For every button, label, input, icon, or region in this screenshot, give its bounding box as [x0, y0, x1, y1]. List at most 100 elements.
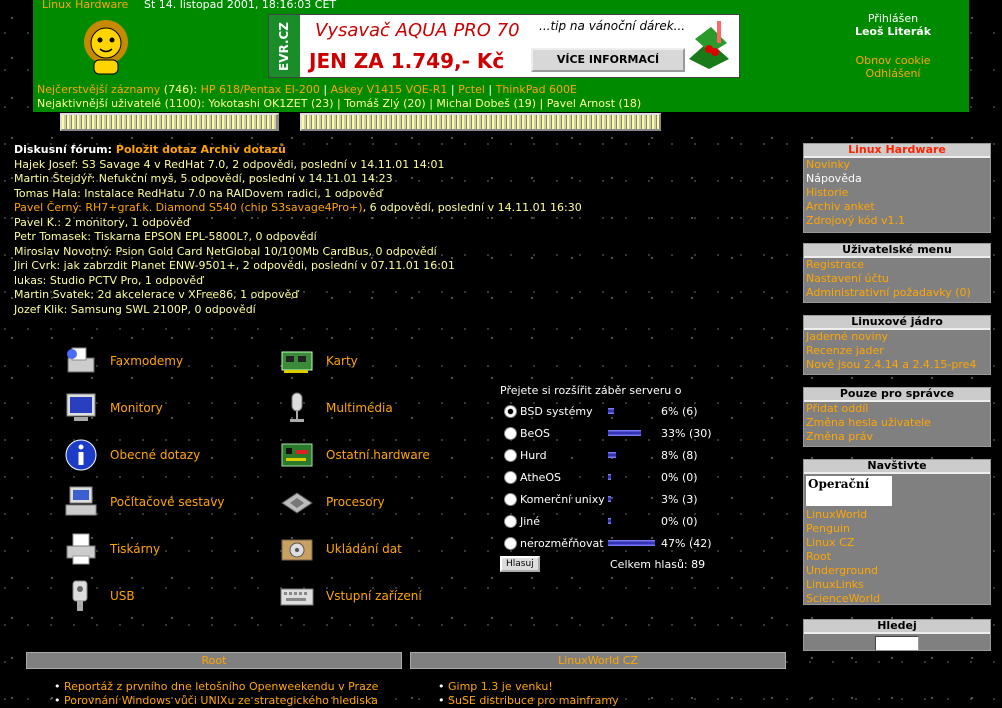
- sidebar-link-pridat-oddil[interactable]: Přidat oddíl: [804, 402, 990, 416]
- question-archive-link[interactable]: Archiv dotazů: [200, 143, 285, 156]
- poll-percent: 0% (0): [661, 470, 698, 484]
- sidebar-link-nastaveni-uctu[interactable]: Nastavení účtu: [804, 272, 990, 286]
- latest-record-link[interactable]: Pctel: [458, 83, 485, 96]
- category-usb[interactable]: USB: [64, 579, 135, 613]
- forum-thread-meta: , 0 odpovědí: [248, 230, 317, 243]
- category-vstupni[interactable]: Vstupní zařízení: [280, 579, 422, 613]
- sidebar-link-scienceworld[interactable]: ScienceWorld: [804, 592, 990, 606]
- category-procesory[interactable]: Procesory: [280, 485, 385, 519]
- forum-thread-link[interactable]: Samsung SWL 2100P: [71, 303, 188, 316]
- sidebar-link-zmena-prav[interactable]: Změna práv: [804, 430, 990, 444]
- poll-option[interactable]: BeOS 33% (30): [504, 424, 774, 442]
- sidebar-link-root[interactable]: Root: [804, 550, 990, 564]
- vote-button[interactable]: Hlasuj: [500, 556, 540, 572]
- site-brand[interactable]: Linux Hardware: [42, 0, 128, 11]
- sidebar-link-zmena-hesla[interactable]: Změna hesla uživatele: [804, 416, 990, 430]
- latest-record-link[interactable]: HP 618/Pentax EI-200: [201, 83, 320, 96]
- sidebar-link-zdrojovy-kod[interactable]: Zdrojový kód v1.1: [804, 214, 990, 228]
- sidebar-link-linuxlinks[interactable]: LinuxLinks: [804, 578, 990, 592]
- keyboard-icon: [280, 588, 314, 606]
- forum-thread-link[interactable]: jak zabrzdit Planet ENW-9501+: [64, 259, 236, 272]
- category-label: Počítačové sestavy: [110, 495, 225, 509]
- category-tiskarny[interactable]: Tiskárny: [64, 532, 160, 566]
- poll-option[interactable]: Komerční unixy 3% (3): [504, 490, 774, 508]
- advert-banner[interactable]: EVR.CZ Vysavač AQUA PRO 70 JEN ZA 1.749,…: [268, 14, 740, 78]
- forum-thread-link[interactable]: Studio PCTV Pro: [50, 274, 138, 287]
- bottom-box-title[interactable]: Root: [202, 654, 227, 667]
- active-user: Michal Dobeš (19): [436, 97, 537, 110]
- poll-radio[interactable]: [504, 426, 517, 440]
- forum-author: Petr Tomasek:: [14, 230, 91, 243]
- forum-thread-link[interactable]: Nefukční myš: [99, 172, 174, 185]
- sidebar-link-penguin[interactable]: Penguin: [804, 522, 990, 536]
- header-bar: Linux Hardware St 14. listopad 2001, 18:…: [33, 0, 969, 112]
- latest-record-link[interactable]: Askey V1415 VQE-R1: [331, 83, 448, 96]
- poll-radio[interactable]: [504, 470, 517, 484]
- poll-radio[interactable]: [504, 448, 517, 462]
- forum-thread-link[interactable]: Psion Gold Card NetGlobal 10/100Mb CardB…: [116, 245, 369, 258]
- sidebar-link-linuxworld[interactable]: LinuxWorld: [804, 508, 990, 522]
- ask-question-link[interactable]: Položit dotaz: [116, 143, 197, 156]
- poll-option[interactable]: Jiné 0% (0): [504, 512, 774, 530]
- latest-records-label[interactable]: Nejčerstvější záznamy: [37, 83, 160, 96]
- category-obecne[interactable]: Obecné dotazy: [64, 438, 200, 472]
- sidebar-link-archiv-anket[interactable]: Archiv anket: [804, 200, 990, 214]
- poll-option[interactable]: BSD systémy 6% (6): [504, 402, 774, 420]
- root-news-link[interactable]: Reportáž z prvního dne letošního Openwee…: [64, 680, 378, 693]
- sidebar-link-underground[interactable]: Underground: [804, 564, 990, 578]
- linuxworld-news-link[interactable]: Gimp 1.3 je venku!: [448, 680, 553, 693]
- poll-bar: [608, 496, 611, 502]
- sidebar-link-recenze-jader[interactable]: Recenze jader: [804, 344, 990, 358]
- forum-thread-link[interactable]: Tiskarna EPSON EPL-5800L?: [94, 230, 248, 243]
- forum-thread-link[interactable]: RH7+graf.k. Diamond S540 (chip S3savage4…: [85, 201, 362, 214]
- sidebar-link-registrace[interactable]: Registrace: [804, 258, 990, 272]
- sidebar-link-admin-pozadavky[interactable]: Administrativní požadavky (0): [804, 286, 990, 300]
- category-monitory[interactable]: Monitory: [64, 391, 163, 425]
- search-input[interactable]: [875, 636, 919, 651]
- forum-thread-link[interactable]: 2 monitory: [65, 216, 125, 229]
- forum-thread-meta: , 2 odpovědi, poslední v 14.11.01 14:01: [225, 157, 445, 171]
- forum-thread-link[interactable]: S3 Savage 4 v RedHat 7.0: [82, 158, 225, 171]
- visit-logo-image[interactable]: Operační: [806, 476, 892, 506]
- poll-radio[interactable]: [504, 492, 517, 506]
- sidebar-link-nove-jadra[interactable]: Nově jsou 2.4.14 a 2.4.15-pre4: [804, 358, 990, 372]
- poll-option[interactable]: AtheOS 0% (0): [504, 468, 774, 486]
- poll-option-label: Hurd: [520, 448, 547, 462]
- sidebar-link-linux-cz[interactable]: Linux CZ: [804, 536, 990, 550]
- forum-heading: Diskusní fórum: Položit dotaz Archiv dot…: [14, 143, 582, 158]
- forum-thread-link[interactable]: Instalace RedHatu 7.0 na RAIDovem radici: [84, 187, 317, 200]
- category-label: Ukládání dat: [326, 542, 402, 556]
- sidebar-link-historie[interactable]: Historie: [804, 186, 990, 200]
- poll-radio[interactable]: [504, 404, 517, 418]
- forum-row: Miroslav Novotný: Psion Gold Card NetGlo…: [14, 245, 582, 260]
- poll-option[interactable]: Hurd 8% (8): [504, 446, 774, 464]
- poll-option[interactable]: nerozměřňovat 47% (42): [504, 534, 774, 552]
- linuxworld-news-link[interactable]: SuSE distribuce pro mainframy: [448, 694, 619, 707]
- banner-more-button[interactable]: VÍCE INFORMACÍ: [531, 48, 685, 72]
- forum-author: Pavel Černý:: [14, 201, 82, 214]
- sidebar-link-novinky[interactable]: Novinky: [804, 158, 990, 172]
- poll-radio[interactable]: [504, 514, 517, 528]
- root-news-link[interactable]: Porovnání Windows vůči UNIXu ze strategi…: [64, 694, 378, 707]
- logout-link[interactable]: Odhlášení: [833, 67, 953, 80]
- active-user: Pavel Arnost (18): [546, 97, 642, 110]
- sidebar-box-title: Linux Hardware: [804, 144, 990, 158]
- poll-bar: [608, 518, 611, 524]
- category-multimedia[interactable]: Multimédia: [280, 391, 393, 425]
- active-user: Tomáš Zlý (20): [344, 97, 426, 110]
- category-ukladani[interactable]: Ukládání dat: [280, 532, 402, 566]
- sidebar-link-jaderne-noviny[interactable]: Jaderné noviny: [804, 330, 990, 344]
- renew-cookie-link[interactable]: Obnov cookie: [833, 54, 953, 67]
- category-karty[interactable]: Karty: [280, 344, 358, 378]
- sidebar-link-napoveda[interactable]: Nápověda: [804, 172, 990, 186]
- category-faxmodemy[interactable]: Faxmodemy: [64, 344, 183, 378]
- latest-record-link[interactable]: ThinkPad 600E: [496, 83, 577, 96]
- disk-drive-icon: [281, 539, 313, 561]
- forum-author: Jiri Cvrk:: [14, 259, 61, 272]
- forum-row: Tomas Hala: Instalace RedHatu 7.0 na RAI…: [14, 187, 582, 202]
- forum-thread-link[interactable]: 2d akcelerace v XFree86: [97, 288, 233, 301]
- poll-radio[interactable]: [504, 536, 517, 550]
- category-ostatni[interactable]: Ostatní hardware: [280, 438, 430, 472]
- category-sestavy[interactable]: Počítačové sestavy: [64, 485, 225, 519]
- bottom-box-title[interactable]: LinuxWorld CZ: [558, 654, 638, 667]
